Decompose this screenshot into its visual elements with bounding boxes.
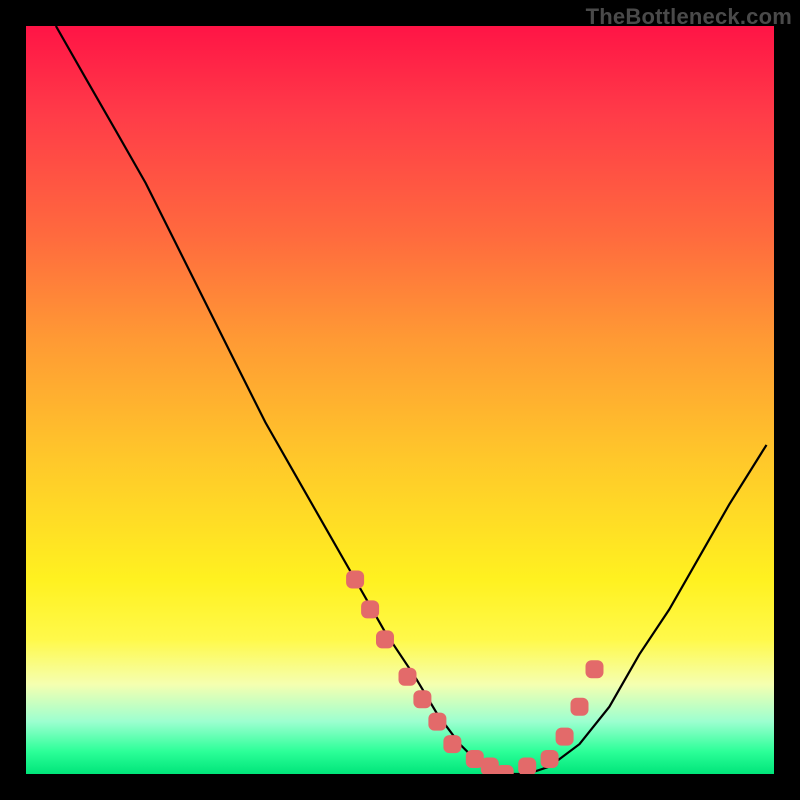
- marker-dot: [571, 698, 589, 716]
- chart-plot-area: [26, 26, 774, 774]
- marker-dot: [586, 660, 604, 678]
- bottleneck-curve-line: [56, 26, 767, 774]
- marker-group: [346, 571, 603, 775]
- bottleneck-chart: [26, 26, 774, 774]
- marker-dot: [496, 765, 514, 774]
- marker-dot: [376, 630, 394, 648]
- marker-dot: [556, 728, 574, 746]
- marker-dot: [346, 571, 364, 589]
- marker-dot: [428, 713, 446, 731]
- marker-dot: [413, 690, 431, 708]
- marker-dot: [399, 668, 417, 686]
- marker-dot: [443, 735, 461, 753]
- marker-dot: [518, 758, 536, 775]
- marker-dot: [541, 750, 559, 768]
- marker-dot: [361, 600, 379, 618]
